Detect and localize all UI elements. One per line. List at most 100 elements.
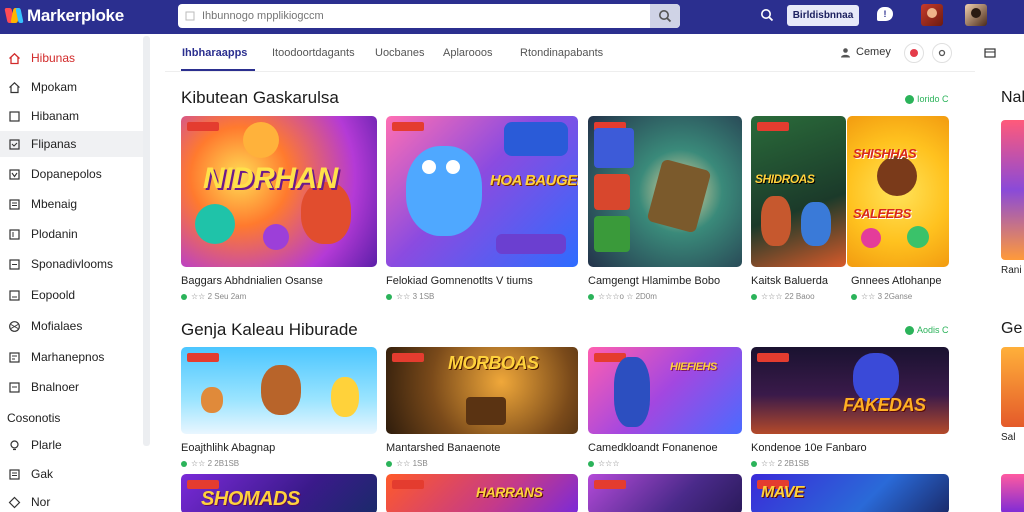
sidebar-item[interactable]: Plodanin (0, 221, 143, 247)
tag-icon (9, 168, 20, 180)
sidebar-item[interactable]: Bnalnoer (0, 374, 143, 400)
person-icon (841, 47, 850, 57)
game-title[interactable]: Mantarshed Banaenote (386, 442, 500, 454)
sidebar-item-label: Eopoold (31, 288, 76, 302)
game-title[interactable]: Felokiad Gomnenotlts V tiums (386, 275, 533, 287)
game-title[interactable]: Baggars Abhdnialien Osanse (181, 275, 323, 287)
game-thumbnail[interactable] (588, 116, 742, 267)
search-icon[interactable] (760, 8, 774, 22)
sidebar-item[interactable]: Dopanepolos (0, 161, 143, 187)
sidebar-item[interactable]: Marhanepnos (0, 344, 143, 370)
sidebar-item[interactable]: Mofialaes (0, 313, 143, 339)
search-icon (659, 10, 672, 23)
game-card[interactable]: SHISHHAS SALEEBS Gnnees Atlohanpe ☆☆ 3 2… (847, 116, 949, 306)
game-title[interactable]: Gnnees Atlohanpe (851, 275, 942, 287)
game-card[interactable]: HARRANS (386, 474, 578, 512)
sidebar: Hibunas Mpokam Hibanam Flipanas Dopanepo… (0, 34, 143, 512)
game-meta: ☆☆☆ 22 Baoo (751, 292, 815, 301)
game-card[interactable]: FAKEDAS Kondenoe 10e Fanbaro ☆☆ 2 2B1SB (751, 347, 949, 471)
thumbnail-title: FAKEDAS (843, 395, 926, 415)
sidebar-item[interactable]: Sponadivlooms (0, 251, 143, 277)
logo-text: Markerploke (27, 6, 124, 25)
doc-icon (9, 351, 20, 363)
game-meta: ☆☆ 3 1SB (386, 292, 434, 301)
logo[interactable]: Markerploke (4, 5, 124, 27)
sidebar-item-label: Mpokam (31, 80, 78, 94)
right-column-thumbnail[interactable] (1001, 347, 1024, 427)
game-title[interactable]: Eoajthlihk Abagnap (181, 442, 275, 454)
currency-selector[interactable]: Cemey (840, 46, 891, 58)
game-title[interactable]: Kaitsk Baluerda (751, 275, 828, 287)
list-icon (9, 198, 20, 210)
search-bar[interactable] (178, 4, 680, 28)
game-thumbnail[interactable]: MAVE (751, 474, 949, 512)
search-input[interactable] (202, 5, 650, 27)
sidebar-item[interactable]: Mbenaig (0, 191, 143, 217)
top-bar: Markerploke Birldisbnnaa ! (0, 0, 1024, 34)
filter-icon[interactable] (984, 47, 996, 59)
card-icon (9, 289, 20, 301)
sale-badge (392, 480, 424, 489)
game-card[interactable]: HOA BAUGEB Felokiad Gomnenotlts V tiums … (386, 116, 578, 306)
sidebar-item[interactable]: Nor (0, 489, 143, 512)
section-badge[interactable]: Aodis C (905, 325, 949, 335)
tab[interactable]: Itoodoortdagants (272, 47, 355, 59)
sign-in-button[interactable]: Birldisbnnaa (787, 5, 859, 26)
game-thumbnail[interactable]: HIEFIEHS (588, 347, 742, 434)
list-icon (9, 468, 20, 480)
sidebar-item[interactable]: Hibanam (0, 103, 143, 129)
page-icon (9, 381, 20, 393)
game-thumbnail[interactable]: NIDRHAN (181, 116, 377, 267)
game-card[interactable]: MORBOAS Mantarshed Banaenote ☆☆ 1SB (386, 347, 578, 471)
game-card[interactable]: MAVE (751, 474, 949, 512)
sidebar-item[interactable]: Plarle (0, 432, 143, 458)
right-column-thumbnail[interactable] (1001, 120, 1024, 260)
sale-badge (594, 480, 626, 489)
thumbnail-title: HIEFIEHS (670, 361, 717, 373)
sidebar-scrollbar[interactable] (143, 36, 150, 446)
favorite-button[interactable] (904, 43, 924, 63)
game-card[interactable] (588, 474, 742, 512)
settings-button[interactable] (932, 43, 952, 63)
game-thumbnail[interactable]: SHIDROAS (751, 116, 846, 267)
status-dot-icon (905, 94, 914, 104)
avatar[interactable] (921, 4, 943, 26)
tab[interactable]: Aplarooos (443, 47, 493, 59)
game-title[interactable]: Camedkloandt Fonanenoe (588, 442, 718, 454)
game-thumbnail[interactable] (588, 474, 742, 512)
game-thumbnail[interactable]: SHISHHAS SALEEBS (847, 116, 949, 267)
game-card[interactable]: NIDRHAN Baggars Abhdnialien Osanse ☆☆ 2 … (181, 116, 377, 306)
chat-icon[interactable]: ! (877, 7, 893, 21)
sidebar-item[interactable]: Hibunas (0, 45, 143, 71)
game-thumbnail[interactable]: MORBOAS (386, 347, 578, 434)
sidebar-item[interactable]: Flipanas (0, 131, 143, 157)
sidebar-item[interactable]: Gak (0, 461, 143, 487)
avatar[interactable] (965, 4, 987, 26)
game-card[interactable]: SHOMADS (181, 474, 377, 512)
game-thumbnail[interactable]: HOA BAUGEB (386, 116, 578, 267)
right-column-thumbnail[interactable] (1001, 474, 1024, 512)
search-button[interactable] (650, 4, 680, 28)
game-card[interactable]: Eoajthlihk Abagnap ☆☆ 2 2B1SB (181, 347, 377, 471)
tab[interactable]: Rtondinapabants (520, 47, 603, 59)
sidebar-item-label: Marhanepnos (31, 350, 105, 364)
game-card[interactable]: Camgengt Hlamimbe Bobo ☆☆☆o ☆ 2D0m (588, 116, 742, 306)
game-title[interactable]: Camgengt Hlamimbe Bobo (588, 275, 720, 287)
sidebar-item[interactable]: Mpokam (0, 74, 143, 100)
currency-label: Cemey (856, 46, 891, 58)
game-thumbnail[interactable]: HARRANS (386, 474, 578, 512)
bookmark-icon (9, 228, 20, 240)
game-thumbnail[interactable]: SHOMADS (181, 474, 377, 512)
sidebar-item-label: Bnalnoer (31, 380, 80, 394)
game-thumbnail[interactable]: FAKEDAS (751, 347, 949, 434)
game-thumbnail[interactable] (181, 347, 377, 434)
tab[interactable]: Uocbanes (375, 47, 425, 59)
grid-icon (9, 258, 20, 270)
game-title[interactable]: Kondenoe 10e Fanbaro (751, 442, 867, 454)
sidebar-section-label: Cosonotis (7, 411, 61, 425)
tab[interactable]: Ihbharaapps (182, 47, 247, 59)
section-badge[interactable]: Iorido C (905, 94, 949, 104)
game-card[interactable]: SHIDROAS Kaitsk Baluerda ☆☆☆ 22 Baoo (751, 116, 846, 306)
game-card[interactable]: HIEFIEHS Camedkloandt Fonanenoe ☆☆☆ (588, 347, 742, 471)
sidebar-item[interactable]: Eopoold (0, 282, 143, 308)
